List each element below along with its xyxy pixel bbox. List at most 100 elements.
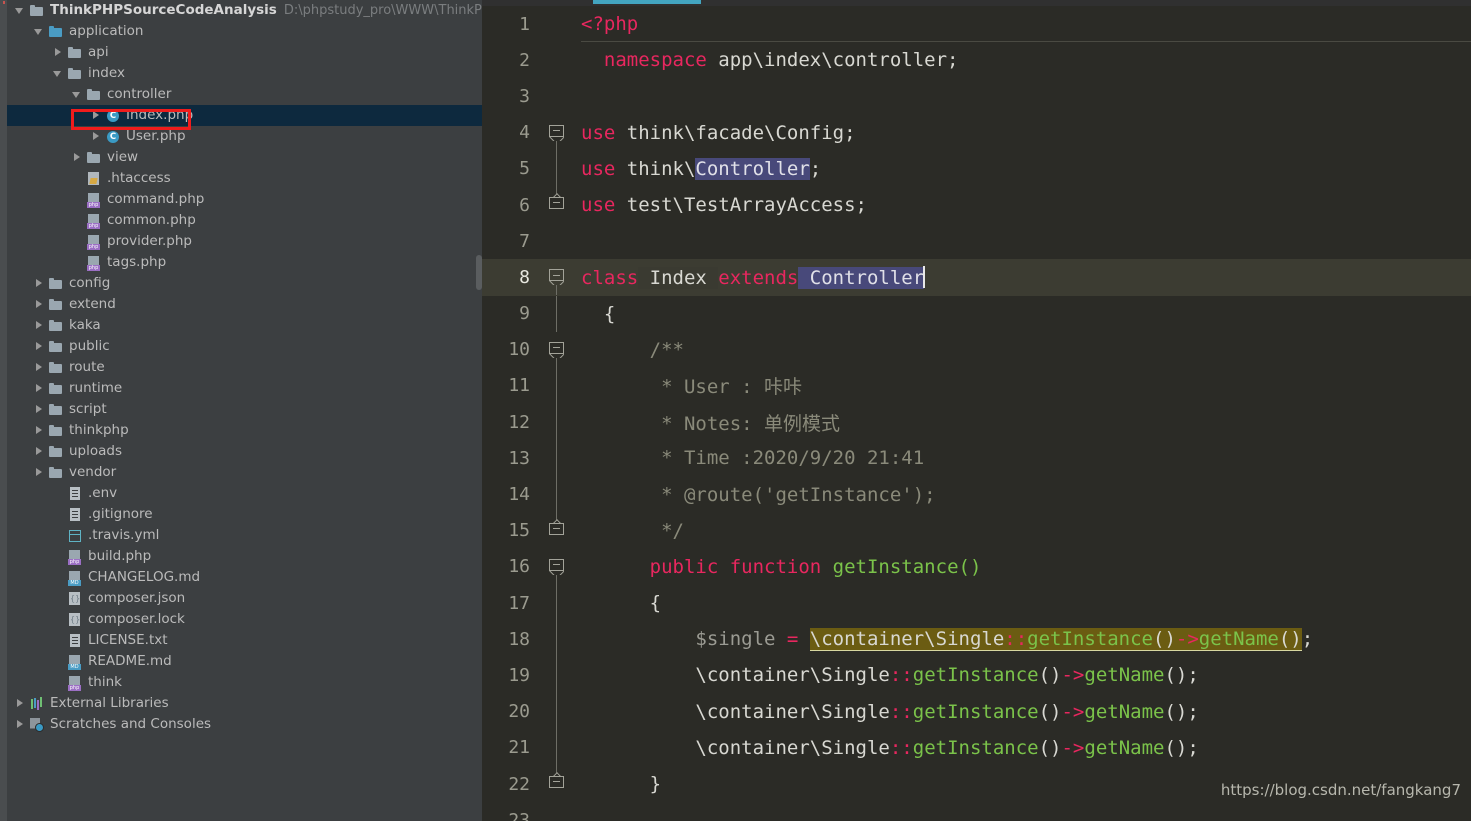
code-line-19[interactable]: 19 \container\Single::getInstance()->get… (482, 657, 1471, 694)
tree-item-controller[interactable]: controller (7, 84, 482, 105)
fold-gutter[interactable] (538, 693, 574, 730)
fold-collapse-icon[interactable] (549, 341, 564, 357)
fold-collapse-icon[interactable] (549, 269, 564, 284)
tree-item-runtime[interactable]: runtime (7, 378, 482, 399)
fold-gutter[interactable] (538, 657, 574, 694)
code-line-23[interactable]: 23 (482, 802, 1471, 821)
chevron-right-icon[interactable] (34, 341, 45, 352)
tree-item-build-php[interactable]: build.php (7, 546, 482, 567)
fold-gutter[interactable] (538, 549, 574, 585)
code-line-3[interactable]: 3 (482, 78, 1471, 114)
tree-item-extend[interactable]: extend (7, 294, 482, 315)
chevron-right-icon[interactable] (34, 467, 45, 478)
chevron-down-icon[interactable] (34, 26, 45, 37)
tree-item-env[interactable]: .env (7, 483, 482, 504)
code-line-12[interactable]: 12 * Notes: 单例模式 (482, 404, 1471, 441)
fold-end-icon[interactable] (549, 522, 564, 538)
fold-gutter[interactable] (538, 512, 574, 549)
code-line-6[interactable]: 6 use test\TestArrayAccess; (482, 186, 1471, 223)
tree-item-view[interactable]: view (7, 147, 482, 168)
code-line-10[interactable]: 10 /** (482, 332, 1471, 368)
tree-item-kaka[interactable]: kaka (7, 315, 482, 336)
fold-collapse-icon[interactable] (549, 558, 564, 574)
fold-gutter[interactable] (538, 476, 574, 513)
tree-item-uploads[interactable]: uploads (7, 441, 482, 462)
fold-end-icon[interactable] (549, 196, 564, 212)
fold-collapse-icon[interactable] (549, 124, 564, 140)
tree-item-travis-yml[interactable]: .travis.yml (7, 525, 482, 546)
code-line-4[interactable]: 4 use think\facade\Config; (482, 115, 1471, 151)
chevron-right-icon[interactable] (15, 719, 26, 730)
chevron-right-icon[interactable] (34, 320, 45, 331)
chevron-right-icon[interactable] (91, 131, 102, 142)
code-line-1[interactable]: 1 <?php (482, 6, 1471, 42)
chevron-right-icon[interactable] (72, 152, 83, 163)
tree-item-thinkphpsourcecodeanalysis[interactable]: ThinkPHPSourceCodeAnalysis D:\phpstudy_pr… (7, 0, 482, 21)
fold-gutter[interactable] (538, 367, 574, 405)
tree-item-api[interactable]: api (7, 42, 482, 63)
tree-item-route[interactable]: route (7, 357, 482, 378)
chevron-right-icon[interactable] (34, 404, 45, 415)
chevron-down-icon[interactable] (15, 5, 26, 16)
chevron-right-icon[interactable] (34, 425, 45, 436)
chevron-right-icon[interactable] (34, 299, 45, 310)
tree-item-public[interactable]: public (7, 336, 482, 357)
code-lines[interactable]: 1 <?php 2 namespace app\index\controller; 3… (482, 6, 1471, 821)
fold-end-icon[interactable] (549, 775, 564, 791)
chevron-right-icon[interactable] (91, 110, 102, 121)
code-line-8[interactable]: 8 class Index extends Controller (482, 259, 1471, 296)
chevron-right-icon[interactable] (34, 446, 45, 457)
fold-gutter[interactable] (538, 802, 574, 821)
tree-item-vendor[interactable]: vendor (7, 462, 482, 483)
code-line-11[interactable]: 11 * User : 咔咔 (482, 367, 1471, 405)
tree-item-provider-php[interactable]: provider.php (7, 231, 482, 252)
fold-gutter[interactable] (538, 78, 574, 114)
code-line-13[interactable]: 13 * Time :2020/9/20 21:41 (482, 440, 1471, 477)
tree-item-scratches-and-consoles[interactable]: Scratches and Consoles (7, 714, 482, 735)
chevron-down-icon[interactable] (72, 89, 83, 100)
project-tree-panel[interactable]: ThinkPHPSourceCodeAnalysis D:\phpstudy_pr… (7, 0, 482, 821)
code-line-2[interactable]: 2 namespace app\index\controller; (482, 42, 1471, 78)
fold-gutter[interactable] (538, 6, 574, 42)
tree-item-application[interactable]: application (7, 21, 482, 42)
code-editor[interactable]: 1 <?php 2 namespace app\index\controller; 3… (482, 0, 1471, 821)
chevron-down-icon[interactable] (53, 68, 64, 79)
fold-gutter[interactable] (538, 765, 574, 802)
code-line-7[interactable]: 7 (482, 223, 1471, 259)
tree-item-composer-json[interactable]: composer.json (7, 588, 482, 609)
tree-item-script[interactable]: script (7, 399, 482, 420)
chevron-right-icon[interactable] (15, 698, 26, 709)
tree-item-tags-php[interactable]: tags.php (7, 252, 482, 273)
chevron-right-icon[interactable] (34, 278, 45, 289)
tree-item-readme-md[interactable]: README.md (7, 651, 482, 672)
fold-gutter[interactable] (538, 404, 574, 441)
tree-item-composer-lock[interactable]: composer.lock (7, 609, 482, 630)
tree-item-external-libraries[interactable]: External Libraries (7, 693, 482, 714)
code-line-14[interactable]: 14 * @route('getInstance'); (482, 476, 1471, 513)
fold-gutter[interactable] (538, 150, 574, 187)
tree-item-thinkphp[interactable]: thinkphp (7, 420, 482, 441)
fold-gutter[interactable] (538, 115, 574, 151)
code-line-5[interactable]: 5 use think\Controller; (482, 150, 1471, 187)
chevron-right-icon[interactable] (34, 383, 45, 394)
editor-body[interactable]: 1 <?php 2 namespace app\index\controller; 3… (482, 6, 1471, 821)
fold-gutter[interactable] (538, 729, 574, 766)
tree-item-changelog-md[interactable]: CHANGELOG.md (7, 567, 482, 588)
code-line-17[interactable]: 17 { (482, 585, 1471, 622)
fold-gutter[interactable] (538, 332, 574, 368)
tree-item-common-php[interactable]: common.php (7, 210, 482, 231)
chevron-right-icon[interactable] (34, 362, 45, 373)
tree-item-index[interactable]: index (7, 63, 482, 84)
tree-item-gitignore[interactable]: .gitignore (7, 504, 482, 525)
tree-item-index-php[interactable]: Index.php (7, 105, 482, 126)
fold-gutter[interactable] (538, 42, 574, 78)
code-line-15[interactable]: 15 */ (482, 512, 1471, 549)
fold-gutter[interactable] (538, 295, 574, 332)
fold-gutter[interactable] (538, 186, 574, 223)
project-tree[interactable]: ThinkPHPSourceCodeAnalysis D:\phpstudy_pr… (7, 0, 482, 735)
code-line-16[interactable]: 16 public function getInstance() (482, 549, 1471, 585)
tree-item-think[interactable]: think (7, 672, 482, 693)
tree-item-command-php[interactable]: command.php (7, 189, 482, 210)
code-line-21[interactable]: 21 \container\Single::getInstance()->get… (482, 729, 1471, 766)
code-line-9[interactable]: 9 { (482, 295, 1471, 332)
